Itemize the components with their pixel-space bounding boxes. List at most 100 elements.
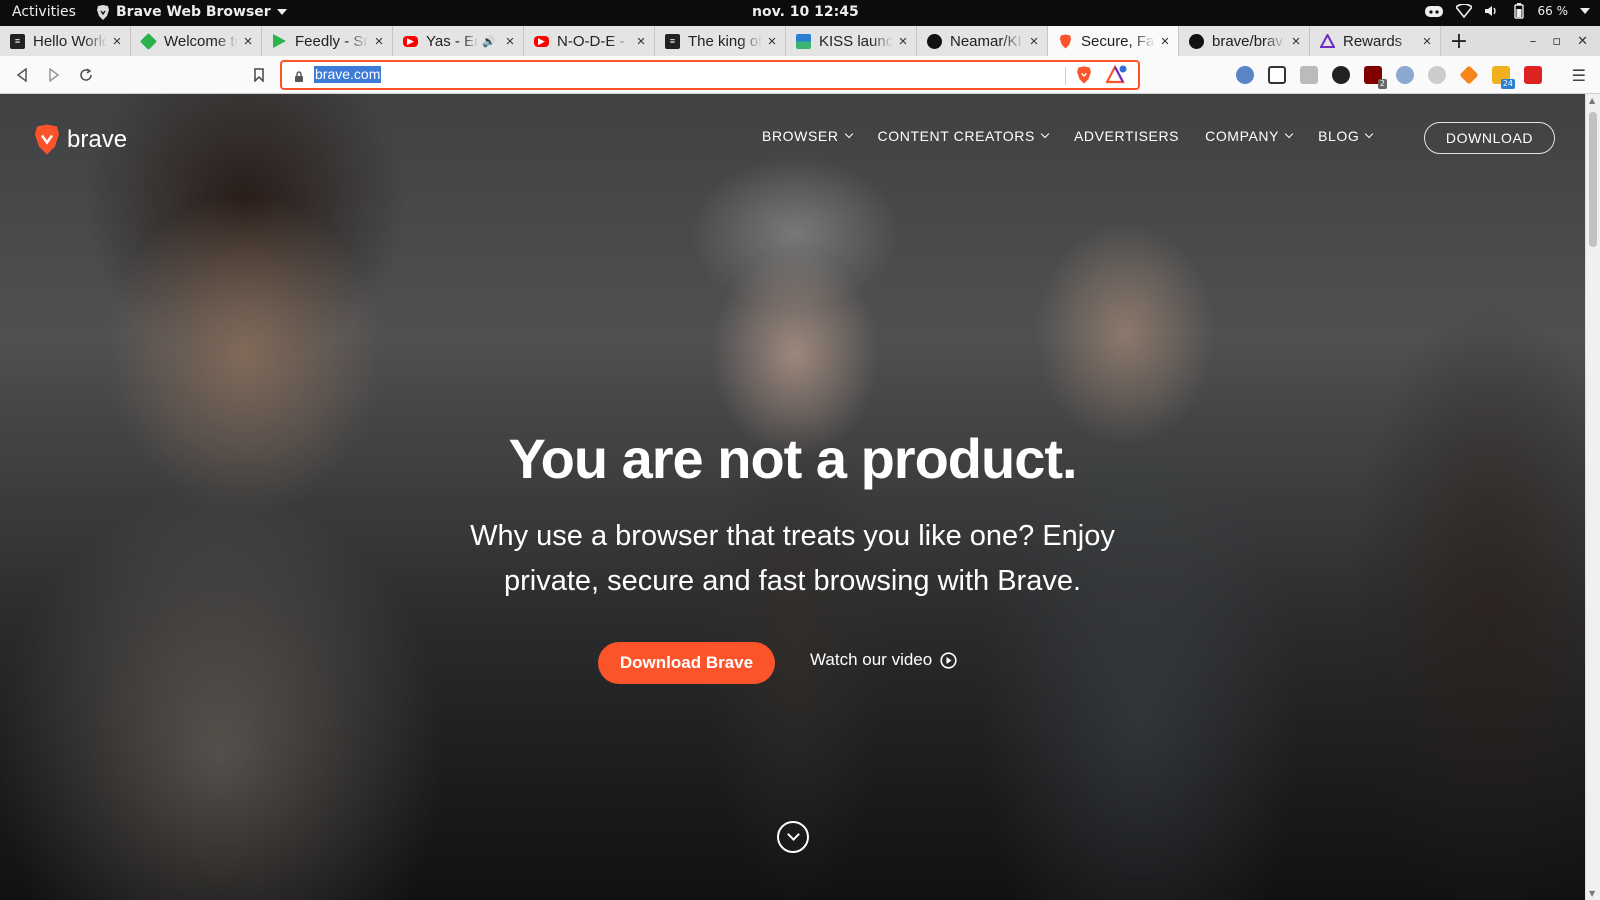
restore-icon[interactable]: ▫	[1552, 34, 1561, 49]
incognito-icon[interactable]	[1332, 66, 1350, 84]
nav-label: ADVERTISERS	[1073, 128, 1180, 144]
close-icon[interactable]: ×	[110, 33, 124, 50]
tab[interactable]: ▶ Yas - En 🔊 ×	[393, 26, 524, 56]
tab[interactable]: brave/brav ×	[1179, 26, 1310, 56]
clock[interactable]: nov. 10 12:45	[752, 4, 859, 20]
site-nav: BROWSER CONTENT CREATORS ADVERTISERS COM…	[762, 128, 1374, 144]
brave-lion-icon	[35, 124, 59, 155]
app-menu[interactable]: Brave Web Browser	[96, 4, 287, 20]
github-icon	[927, 33, 942, 49]
hero-subtitle: Why use a browser that treats you like o…	[470, 520, 1115, 597]
tab-title: Feedly - Sm	[295, 32, 369, 50]
volume-icon	[1484, 6, 1496, 16]
brave-logo[interactable]: brave	[33, 124, 127, 155]
system-menu-chevron-icon	[1580, 8, 1590, 14]
scrollbar[interactable]: ▲ ▼	[1585, 94, 1600, 900]
close-window-icon[interactable]: ✕	[1577, 34, 1588, 49]
brave-rewards-icon[interactable]	[1105, 64, 1128, 89]
hero-background	[0, 94, 1585, 900]
nav-advertisers[interactable]: ADVERTISERS	[1074, 128, 1179, 144]
app-name: Brave Web Browser	[116, 4, 271, 20]
close-icon[interactable]: ×	[1289, 33, 1303, 50]
url-text[interactable]: brave.com	[314, 66, 382, 83]
bookmark-icon[interactable]	[248, 64, 270, 86]
hamburger-menu-icon[interactable]: ☰	[1572, 66, 1586, 85]
close-icon[interactable]: ×	[372, 33, 386, 50]
youtube-icon: ▶	[534, 35, 549, 47]
doc-icon: ≡	[665, 33, 680, 49]
nav-content-creators[interactable]: CONTENT CREATORS	[877, 128, 1050, 144]
wifi-icon	[1455, 4, 1472, 18]
close-icon[interactable]: ×	[1420, 33, 1434, 50]
chevron-down-icon	[786, 828, 800, 841]
tab-title: Welcome to	[164, 32, 238, 50]
tab[interactable]: Welcome to ×	[131, 26, 262, 56]
scrollbar-thumb[interactable]	[1589, 112, 1597, 247]
close-icon[interactable]: ×	[1158, 33, 1172, 50]
close-icon[interactable]: ×	[896, 33, 910, 50]
ublock-icon[interactable]: 2	[1364, 66, 1387, 89]
logo-text: brave	[67, 125, 128, 153]
scroll-up-arrow-icon[interactable]: ▲	[1589, 96, 1595, 105]
nav-company[interactable]: COMPANY	[1205, 128, 1294, 144]
tab-title: Neamar/KI	[950, 32, 1022, 50]
scroll-down-button[interactable]	[777, 821, 809, 853]
chevron-down-icon	[276, 9, 287, 15]
forward-icon[interactable]	[43, 64, 65, 86]
battery-percent: 66 %	[1537, 4, 1569, 18]
close-icon[interactable]: ×	[503, 33, 517, 50]
chevron-down-icon	[1040, 129, 1050, 139]
extension-icon[interactable]	[1236, 66, 1254, 84]
nav-browser[interactable]: BROWSER	[762, 128, 853, 144]
metamask-icon[interactable]	[1459, 65, 1479, 85]
tab[interactable]: ▶ N-O-D-E - ×	[524, 26, 655, 56]
activities-button[interactable]: Activities	[12, 4, 76, 20]
nav-label: CONTENT CREATORS	[877, 128, 1035, 144]
tab[interactable]: ≡ The king of ×	[655, 26, 786, 56]
tab[interactable]: Neamar/KI ×	[917, 26, 1048, 56]
close-icon[interactable]: ×	[634, 33, 648, 50]
bitwarden-icon[interactable]	[1268, 66, 1286, 84]
discord-icon[interactable]	[1424, 4, 1444, 18]
brave-shields-icon[interactable]	[1076, 66, 1092, 88]
close-icon[interactable]: ×	[765, 33, 779, 50]
download-button[interactable]: DOWNLOAD	[1424, 122, 1555, 154]
close-icon[interactable]: ×	[1027, 33, 1041, 50]
system-tray[interactable]: 66 %	[1424, 3, 1590, 19]
tab[interactable]: Feedly - Sm ×	[262, 26, 393, 56]
address-bar[interactable]: brave.com	[280, 60, 1140, 90]
nav-blog[interactable]: BLOG	[1318, 128, 1374, 144]
scroll-down-arrow-icon[interactable]: ▼	[1589, 889, 1595, 898]
reload-icon[interactable]	[75, 64, 97, 86]
close-icon[interactable]: ×	[241, 33, 255, 50]
tab-title: Secure, Fas	[1081, 32, 1155, 50]
tab-strip: ≡ Hello World × Welcome to × Feedly - Sm…	[0, 26, 1600, 56]
extensions-bar: 2 24	[1236, 65, 1542, 89]
tab[interactable]: ≡ Hello World ×	[0, 26, 131, 56]
new-tab-button[interactable]: +	[1441, 26, 1477, 56]
tab[interactable]: Rewards ×	[1310, 26, 1441, 56]
minimize-icon[interactable]: –	[1530, 34, 1537, 49]
extension-icon[interactable]	[1396, 66, 1414, 84]
brave-app-icon	[97, 4, 109, 20]
youtube-icon: ▶	[403, 35, 418, 47]
extension-icon[interactable]	[1524, 66, 1542, 84]
system-top-bar: Activities Brave Web Browser nov. 10 12:…	[0, 0, 1600, 26]
watch-video-link[interactable]: Watch our video	[810, 650, 957, 670]
tab[interactable]: KISS launc ×	[786, 26, 917, 56]
tab-active[interactable]: Secure, Fas ×	[1048, 26, 1179, 56]
chevron-down-icon	[1365, 129, 1374, 139]
extension-icon[interactable]	[1428, 66, 1446, 84]
chevron-down-icon	[844, 129, 853, 139]
speaker-icon[interactable]: 🔊	[482, 35, 496, 48]
extension-icon[interactable]	[1300, 66, 1318, 84]
chevron-down-icon	[1284, 129, 1294, 139]
download-brave-button[interactable]: Download Brave	[598, 642, 775, 684]
lock-icon[interactable]	[294, 68, 304, 87]
back-icon[interactable]	[11, 64, 33, 86]
web-page: brave BROWSER CONTENT CREATORS ADVERTISE…	[0, 94, 1585, 900]
diamond-icon	[140, 32, 157, 50]
tab-title: Hello World	[33, 32, 107, 50]
tab-title: Rewards	[1343, 32, 1403, 50]
extension-icon[interactable]: 24	[1492, 66, 1515, 89]
